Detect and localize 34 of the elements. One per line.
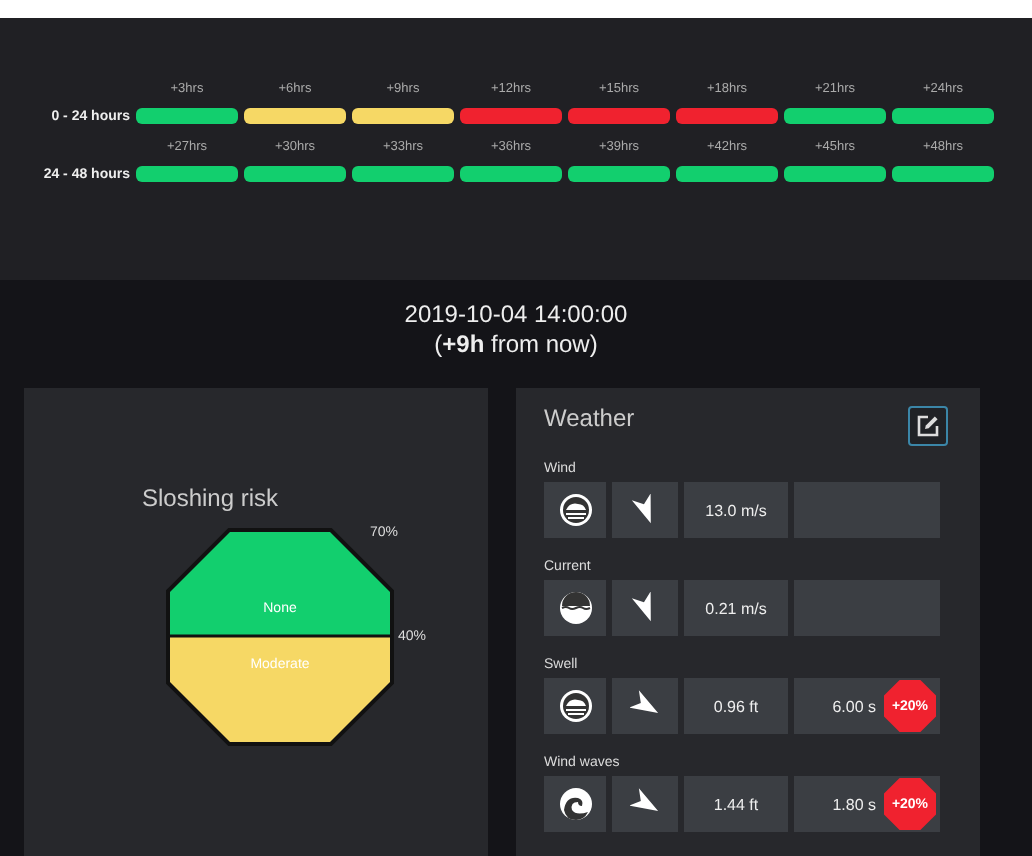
risk-bar[interactable] [136, 108, 238, 124]
risk-bar[interactable] [784, 166, 886, 182]
risk-bar[interactable] [568, 166, 670, 182]
direction-arrow-icon [630, 592, 650, 622]
risk-bar[interactable] [244, 166, 346, 182]
risk-bar[interactable] [784, 108, 886, 124]
water-level-icon [557, 590, 593, 626]
weather-cloud-icon [557, 492, 593, 528]
card-title: Sloshing risk [142, 484, 279, 512]
datetime: 2019-10-04 14:00:00 [402, 300, 630, 330]
value-cell: 0.21 m/s [684, 580, 788, 636]
relative-time: (+9h from now) [432, 330, 600, 360]
risk-bar[interactable] [676, 108, 778, 124]
risk-bar[interactable] [892, 108, 994, 124]
risk-bar[interactable] [352, 166, 454, 182]
edit-button[interactable] [908, 406, 948, 446]
value-cell: 0.96 ft [684, 678, 788, 734]
edit-icon [916, 414, 940, 438]
direction-arrow-icon [629, 788, 658, 811]
direction-arrow-icon [630, 494, 650, 524]
weather-cloud-icon [557, 688, 593, 724]
risk-bar[interactable] [460, 108, 562, 124]
value-cell: 1.44 ft [684, 776, 788, 832]
direction-arrow-icon [629, 690, 658, 713]
risk-bar[interactable] [892, 166, 994, 182]
value-cell: 13.0 m/s [684, 482, 788, 538]
risk-bar[interactable] [136, 166, 238, 182]
risk-bar[interactable] [460, 166, 562, 182]
risk-bar[interactable] [352, 108, 454, 124]
card-title: Weather [544, 404, 635, 432]
risk-bar[interactable] [676, 166, 778, 182]
wave-icon [557, 786, 593, 822]
risk-bar[interactable] [244, 108, 346, 124]
risk-bar[interactable] [568, 108, 670, 124]
